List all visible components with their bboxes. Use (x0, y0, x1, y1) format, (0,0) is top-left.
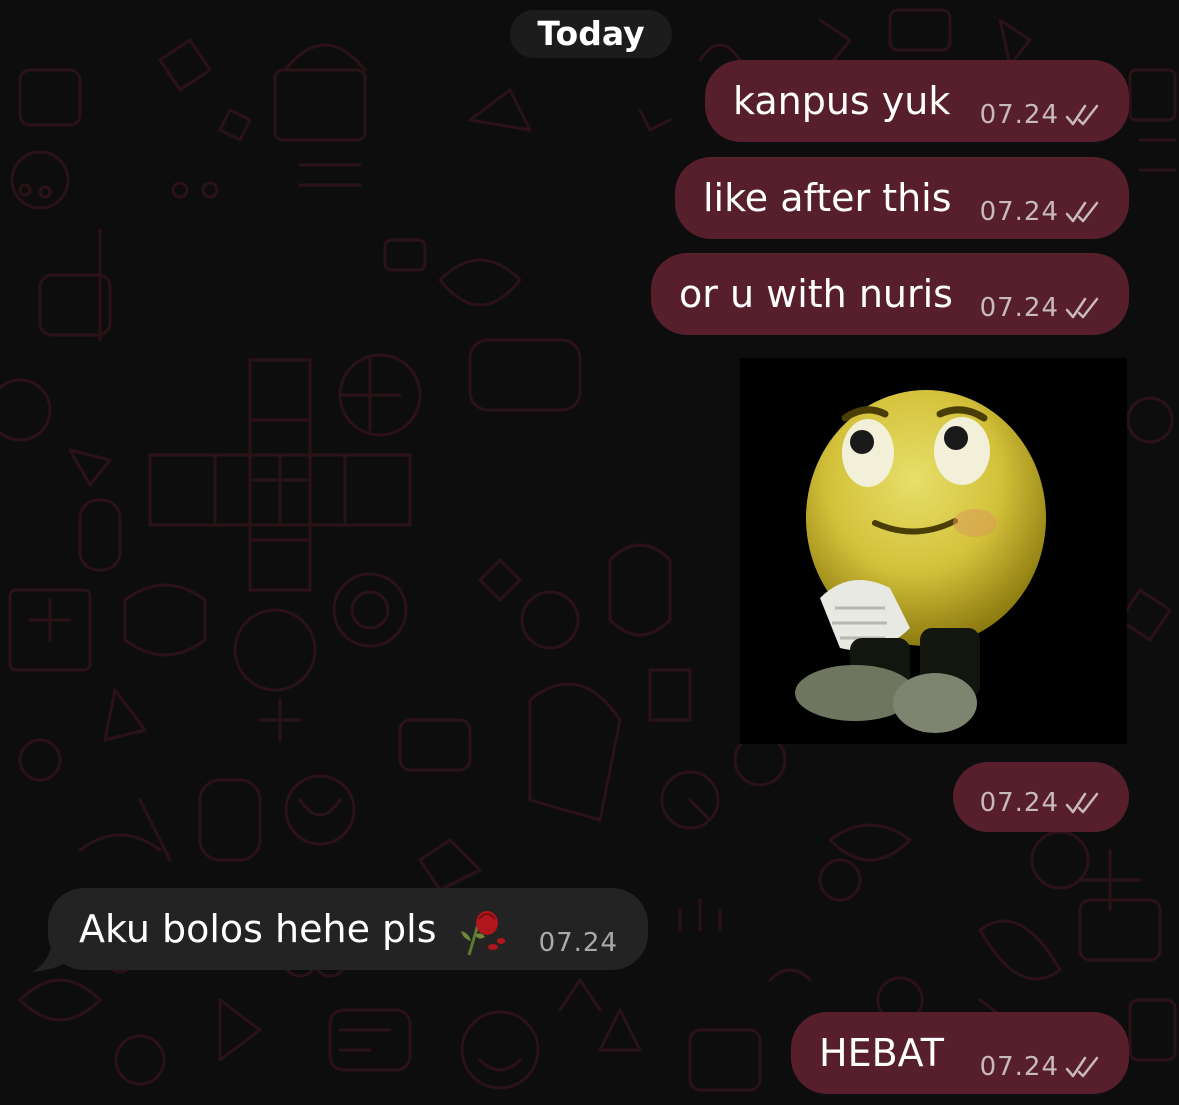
message-time: 07.24 (979, 293, 1059, 323)
emoji-character-illustration (795, 390, 1046, 733)
chat-screen[interactable]: Today kanpus yuk 07.24 like after this 0… (0, 0, 1179, 1105)
message-text: or u with nuris (679, 272, 953, 316)
read-double-check-icon (1065, 1056, 1099, 1078)
outgoing-message-bubble[interactable]: or u with nuris 07.24 (651, 253, 1129, 335)
outgoing-message-bubble[interactable]: kanpus yuk 07.24 (705, 60, 1129, 142)
outgoing-message-bubble[interactable]: like after this 07.24 (675, 157, 1129, 239)
message-meta: 07.24 (980, 100, 1101, 130)
incoming-message-bubble[interactable]: Aku bolos hehe pls 07.24 (48, 888, 648, 970)
outgoing-message-bubble[interactable]: HEBAT 07.24 (791, 1012, 1129, 1094)
wilted-flower-emoji (460, 910, 505, 955)
date-separator: Today (510, 10, 672, 58)
message-meta: 07.24 (539, 928, 618, 958)
message-meta: 07.24 (980, 1052, 1101, 1082)
message-meta: 07.24 (980, 293, 1101, 323)
message-text: HEBAT (819, 1031, 944, 1075)
message-time: 07.24 (979, 197, 1059, 227)
message-text: Aku bolos hehe pls (79, 888, 507, 970)
message-time: 07.24 (979, 1052, 1059, 1082)
confused-emoji-sticker-image[interactable] (740, 358, 1127, 744)
message-meta: 07.24 (980, 197, 1101, 227)
message-time: 07.24 (979, 788, 1059, 818)
message-time: 07.24 (538, 928, 618, 958)
read-double-check-icon (1065, 104, 1099, 126)
message-meta: 07.24 (980, 788, 1101, 818)
message-text: like after this (703, 176, 952, 220)
message-text: kanpus yuk (733, 79, 951, 123)
read-double-check-icon (1065, 792, 1099, 814)
read-double-check-icon (1065, 201, 1099, 223)
message-text-content: Aku bolos hehe pls (79, 907, 437, 951)
read-double-check-icon (1065, 297, 1099, 319)
message-time: 07.24 (979, 100, 1059, 130)
outgoing-media-caption-bubble[interactable]: 07.24 (953, 762, 1129, 832)
